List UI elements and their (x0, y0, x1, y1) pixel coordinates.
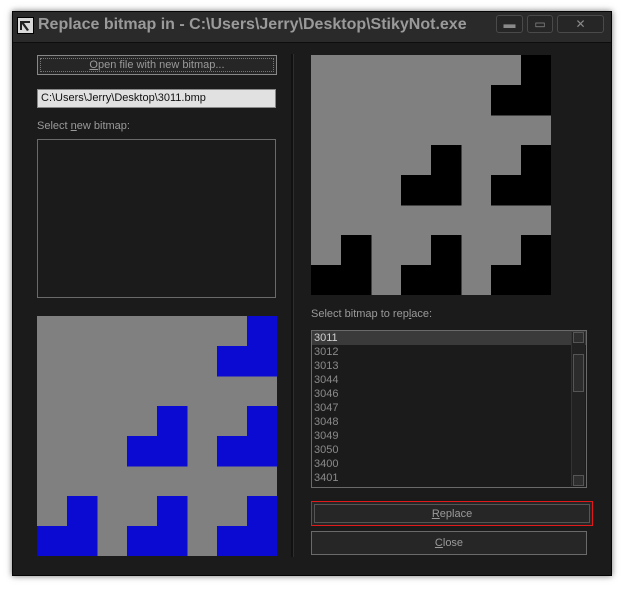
bitmap-pixel-block (341, 265, 372, 295)
bitmap-list[interactable]: 3011 3012 3013 3044 3046 3047 3048 3049 3050 3400… (311, 330, 587, 488)
close-label-rest: lose (442, 537, 464, 549)
bitmap-pixel-block (431, 175, 462, 206)
replace-bitmap-window: Replace bitmap in - C:\Users\Jerry\Deskt… (12, 11, 612, 576)
new-bitmap-list[interactable] (37, 139, 276, 298)
bitmap-path-field[interactable]: C:\Users\Jerry\Desktop\3011.bmp (37, 89, 276, 108)
bitmap-list-scrollbar[interactable] (571, 332, 585, 486)
scroll-down-arrow-icon[interactable] (573, 475, 584, 486)
bitmap-pixel-block (521, 85, 551, 116)
bitmap-pixel-block (491, 85, 522, 116)
open-file-label-rest: pen file with new bitmap... (97, 59, 225, 71)
select-new-prefix: Select (37, 120, 71, 132)
select-replace-rest: ace: (411, 308, 433, 320)
bitmap-pixel-block (127, 526, 158, 556)
bitmap-pixel-block (341, 235, 372, 266)
replace-button[interactable]: Replace (311, 501, 593, 526)
bitmap-pixel-block (491, 265, 522, 295)
new-bitmap-preview (37, 316, 277, 556)
bitmap-list-item[interactable]: 3049 (312, 429, 586, 443)
bitmap-pixel-block (431, 145, 462, 176)
bitmap-pixel-block (247, 346, 277, 377)
bitmap-pixel-block (157, 406, 188, 437)
bitmap-list-item[interactable]: 3400 (312, 457, 586, 471)
bitmap-pixel-block (491, 175, 522, 206)
minimize-button[interactable]: ▬ (496, 15, 523, 33)
bitmap-list-item[interactable]: 3048 (312, 415, 586, 429)
close-button[interactable]: Close (311, 531, 587, 555)
title-bar[interactable]: Replace bitmap in - C:\Users\Jerry\Deskt… (13, 12, 611, 43)
bitmap-pixel-block (521, 55, 551, 86)
open-file-accel: O (89, 59, 98, 71)
select-bitmap-to-replace-label: Select bitmap to replace: (311, 308, 432, 320)
select-replace-prefix: Select bitmap to rep (311, 308, 409, 320)
bitmap-pixel-block (311, 265, 342, 295)
bitmap-pixel-block (247, 526, 277, 556)
select-new-rest: ew bitmap: (76, 120, 130, 132)
bitmap-pixel-block (157, 526, 188, 556)
bitmap-pixel-block (521, 235, 551, 266)
original-bitmap-preview (311, 55, 551, 295)
select-new-bitmap-label: Select new bitmap: (37, 120, 130, 132)
bitmap-list-item[interactable]: 3401 (312, 471, 586, 485)
bitmap-pixel-block (401, 265, 432, 295)
bitmap-pixel-block (127, 436, 158, 467)
bitmap-list-item[interactable]: 3012 (312, 345, 586, 359)
bitmap-pixel-block (67, 526, 98, 556)
replace-button-face: Replace (314, 504, 590, 523)
window-title: Replace bitmap in - C:\Users\Jerry\Deskt… (38, 16, 467, 33)
bitmap-pixel-block (247, 436, 277, 467)
scroll-thumb[interactable] (573, 354, 584, 392)
bitmap-pixel-block (247, 406, 277, 437)
bitmap-pixel-block (431, 235, 462, 266)
bitmap-pixel-block (247, 316, 277, 347)
bitmap-pixel-block (247, 496, 277, 527)
bitmap-pixel-block (521, 265, 551, 295)
maximize-button[interactable]: ▭ (527, 15, 553, 33)
bitmap-list-item[interactable]: 3047 (312, 401, 586, 415)
bitmap-list-item[interactable]: 3013 (312, 359, 586, 373)
bitmap-list-item[interactable]: 3046 (312, 387, 586, 401)
bitmap-pixel-block (217, 346, 248, 377)
close-accel: C (434, 537, 443, 549)
bitmap-list-item[interactable]: 3044 (312, 373, 586, 387)
bitmap-list-item[interactable]: 3011 (312, 331, 586, 345)
bitmap-pixel-block (521, 175, 551, 206)
bitmap-pixel-block (37, 526, 68, 556)
bitmap-list-items: 3011 3012 3013 3044 3046 3047 3048 3049 3050 3400… (312, 331, 586, 485)
open-file-button[interactable]: Open file with new bitmap... (37, 55, 277, 75)
scroll-up-arrow-icon[interactable] (573, 332, 584, 343)
replace-accel: R (431, 508, 440, 520)
panel-divider (291, 54, 294, 557)
replace-label-rest: eplace (439, 508, 473, 520)
bitmap-list-item[interactable]: 3050 (312, 443, 586, 457)
bitmap-pixel-block (521, 145, 551, 176)
bitmap-pixel-block (217, 526, 248, 556)
bitmap-pixel-block (157, 496, 188, 527)
bitmap-pixel-block (67, 496, 98, 527)
app-icon[interactable] (17, 17, 34, 34)
bitmap-pixel-block (401, 175, 432, 206)
close-window-button[interactable]: ✕ (557, 15, 604, 33)
bitmap-pixel-block (431, 265, 462, 295)
bitmap-pixel-block (217, 436, 248, 467)
bitmap-pixel-block (157, 436, 188, 467)
